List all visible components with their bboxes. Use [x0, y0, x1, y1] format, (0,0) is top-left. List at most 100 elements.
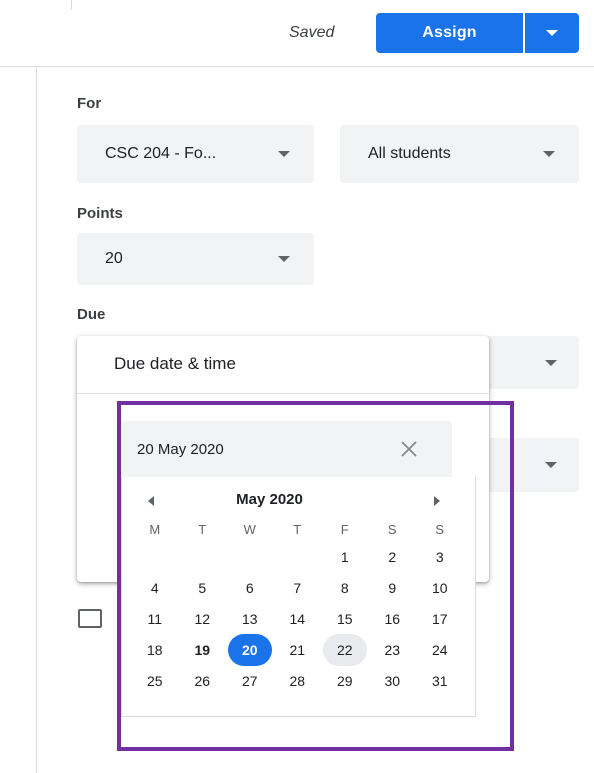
- date-picker: May 2020 M T W T F S S 1 2 3 4 5 6 7 8 9 10 11 12 13 14 15 16 1…: [121, 477, 476, 717]
- calendar-day[interactable]: 21: [274, 634, 322, 665]
- calendar-day[interactable]: 28: [274, 665, 322, 696]
- calendar-day[interactable]: 9: [369, 572, 417, 603]
- calendar-day[interactable]: 8: [321, 572, 369, 603]
- next-month-icon[interactable]: [434, 496, 440, 506]
- date-input-value: 20 May 2020: [137, 441, 224, 458]
- calendar-day-label: 7: [293, 579, 302, 596]
- calendar-day[interactable]: 29: [321, 665, 369, 696]
- weekday-header: T: [198, 521, 207, 537]
- calendar-day-label: 16: [384, 610, 401, 627]
- calendar-day[interactable]: 3: [416, 541, 464, 572]
- calendar-day[interactable]: 4: [131, 572, 179, 603]
- calendar-day[interactable]: 2: [369, 541, 417, 572]
- class-select[interactable]: CSC 204 - Fo...: [77, 125, 314, 183]
- points-select[interactable]: 20: [77, 233, 314, 285]
- saved-status: Saved: [289, 24, 335, 41]
- close-icon[interactable]: [397, 437, 421, 461]
- calendar-day[interactable]: 19: [179, 634, 227, 665]
- calendar-day[interactable]: 20: [226, 633, 274, 666]
- calendar-day-label: 10: [431, 579, 448, 596]
- calendar-blank: [131, 541, 179, 572]
- for-label: For: [77, 95, 102, 112]
- calendar-day-label: 1: [340, 548, 349, 565]
- calendar-day-label: 20: [227, 633, 272, 666]
- calendar-day[interactable]: 25: [131, 665, 179, 696]
- calendar-day-label: 23: [384, 641, 401, 658]
- calendar-day[interactable]: 14: [274, 603, 322, 634]
- weekday-header: M: [149, 521, 161, 537]
- calendar-day-label: 21: [289, 641, 306, 658]
- weekday-header: S: [435, 521, 445, 537]
- calendar-day[interactable]: 26: [179, 665, 227, 696]
- calendar-day-label: 3: [435, 548, 444, 565]
- chevron-down-icon: [545, 359, 557, 366]
- calendar-blank: [226, 541, 274, 572]
- calendar-day-label: 14: [289, 610, 306, 627]
- calendar-day-label: 25: [146, 672, 163, 689]
- chevron-down-icon: [543, 151, 555, 157]
- calendar-day[interactable]: 12: [179, 603, 227, 634]
- date-input[interactable]: 20 May 2020: [121, 421, 452, 477]
- due-label: Due: [77, 306, 106, 323]
- left-divider: [36, 67, 37, 773]
- header-divider: [0, 66, 594, 67]
- month-label: May 2020: [236, 491, 303, 508]
- calendar-day[interactable]: 10: [416, 572, 464, 603]
- calendar-grid: M T W T F S S 1 2 3 4 5 6 7 8 9 10 11 12 13 14 15 16 17 18 19 20 21…: [131, 519, 467, 696]
- calendar-day[interactable]: 6: [226, 572, 274, 603]
- chevron-down-icon: [278, 256, 290, 262]
- popup-divider: [77, 393, 489, 394]
- points-label: Points: [77, 205, 123, 222]
- calendar-day-label: 29: [336, 672, 353, 689]
- calendar-day-label: 12: [194, 610, 211, 627]
- calendar-day[interactable]: 13: [226, 603, 274, 634]
- calendar-day-label: 13: [241, 610, 258, 627]
- calendar-day-label: 18: [146, 641, 163, 658]
- calendar-day-label: 4: [150, 579, 159, 596]
- calendar-day[interactable]: 24: [416, 634, 464, 665]
- students-select-value: All students: [368, 145, 451, 162]
- weekday-header: S: [387, 521, 397, 537]
- calendar-day-label: 8: [340, 579, 349, 596]
- calendar-day[interactable]: 18: [131, 634, 179, 665]
- calendar-day[interactable]: 16: [369, 603, 417, 634]
- chevron-down-icon: [545, 462, 557, 468]
- calendar-day-label: 30: [384, 672, 401, 689]
- calendar-day[interactable]: 7: [274, 572, 322, 603]
- calendar-day[interactable]: 1: [321, 541, 369, 572]
- calendar-day[interactable]: 23: [369, 634, 417, 665]
- weekday-header: T: [293, 521, 302, 537]
- assign-button[interactable]: Assign: [376, 13, 523, 53]
- calendar-day-label: 24: [431, 641, 448, 658]
- weekday-header: F: [340, 521, 349, 537]
- calendar-day[interactable]: 17: [416, 603, 464, 634]
- calendar-day-label: 31: [431, 672, 448, 689]
- points-select-value: 20: [105, 250, 123, 267]
- weekday-header: W: [243, 521, 256, 537]
- calendar-day-label: 26: [194, 672, 211, 689]
- calendar-day-label: 15: [336, 610, 353, 627]
- chevron-down-icon: [278, 151, 290, 157]
- assign-options-button[interactable]: [523, 13, 579, 53]
- calendar-day[interactable]: 11: [131, 603, 179, 634]
- calendar-day-label: 2: [388, 548, 397, 565]
- calendar-day-label: 27: [241, 672, 258, 689]
- calendar-day-label: 19: [194, 641, 211, 658]
- calendar-day[interactable]: 22: [321, 633, 369, 666]
- calendar-blank: [179, 541, 227, 572]
- divider-top: [71, 0, 72, 10]
- calendar-day[interactable]: 27: [226, 665, 274, 696]
- calendar-day-label: 11: [147, 610, 163, 627]
- calendar-day[interactable]: 30: [369, 665, 417, 696]
- calendar-day-label: 6: [245, 579, 254, 596]
- calendar-day[interactable]: 15: [321, 603, 369, 634]
- calendar-day-label: 9: [388, 579, 397, 596]
- students-select[interactable]: All students: [340, 125, 579, 183]
- calendar-day-label: 17: [431, 610, 448, 627]
- caret-down-icon: [546, 30, 558, 36]
- calendar-day[interactable]: 31: [416, 665, 464, 696]
- calendar-day[interactable]: 5: [179, 572, 227, 603]
- popup-title: Due date & time: [114, 354, 236, 373]
- calendar-day-label: 22: [322, 633, 367, 666]
- checkbox[interactable]: [78, 609, 102, 628]
